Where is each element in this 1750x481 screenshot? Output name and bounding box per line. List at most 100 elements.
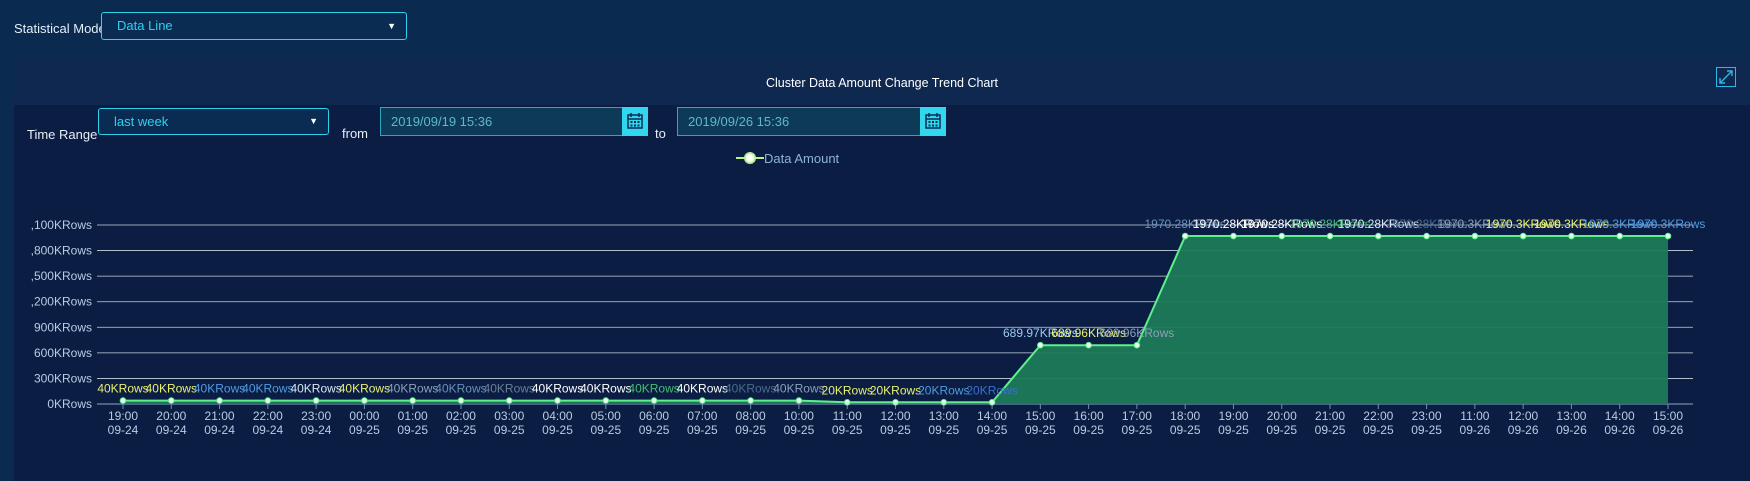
x-tick-label: 15:00	[1025, 409, 1055, 423]
x-tick-label: 08:00	[736, 409, 766, 423]
x-tick-label: 09-25	[446, 423, 477, 437]
x-tick-label: 23:00	[301, 409, 331, 423]
data-point	[602, 397, 610, 404]
x-tick-label: 09-25	[1218, 423, 1249, 437]
y-tick-label: ,500KRows	[31, 269, 92, 283]
x-tick-label: 09-24	[252, 423, 283, 437]
data-label: 40KRows	[725, 382, 776, 396]
data-point	[1181, 232, 1189, 240]
x-tick-label: 09-26	[1460, 423, 1491, 437]
data-point	[650, 397, 658, 404]
x-tick-label: 19:00	[108, 409, 138, 423]
x-tick-label: 22:00	[253, 409, 283, 423]
x-tick-label: 21:00	[205, 409, 235, 423]
x-tick-label: 20:00	[156, 409, 186, 423]
x-tick-label: 11:00	[1460, 409, 1489, 423]
data-point	[312, 397, 320, 404]
x-tick-label: 13:00	[929, 409, 959, 423]
x-tick-label: 12:00	[880, 409, 910, 423]
data-label: 40KRows	[387, 382, 438, 396]
x-tick-label: 09-25	[1025, 423, 1056, 437]
data-label: 40KRows	[435, 382, 486, 396]
data-point	[747, 397, 754, 404]
data-label: 689.96KRows	[1100, 326, 1175, 340]
data-point	[1616, 232, 1624, 240]
x-tick-label: 03:00	[494, 409, 524, 423]
x-tick-label: 23:00	[1412, 409, 1442, 423]
x-tick-label: 09-24	[301, 423, 332, 437]
data-point	[119, 397, 127, 404]
x-tick-label: 09-25	[1122, 423, 1153, 437]
x-tick-label: 09-25	[639, 423, 670, 437]
data-label: 40KRows	[773, 382, 824, 396]
x-tick-label: 13:00	[1556, 409, 1586, 423]
data-point	[216, 397, 223, 404]
data-label: 40KRows	[290, 382, 341, 396]
x-tick-label: 09-24	[156, 423, 187, 437]
x-tick-label: 09-26	[1556, 423, 1587, 437]
data-point	[1230, 232, 1237, 240]
x-tick-label: 09-25	[590, 423, 621, 437]
x-tick-label: 09-25	[1363, 423, 1394, 437]
x-tick-label: 09-25	[1073, 423, 1104, 437]
x-tick-label: 09-25	[1170, 423, 1201, 437]
data-point	[940, 398, 948, 406]
data-label: 20KRows	[822, 383, 873, 397]
data-point	[699, 397, 706, 404]
data-point	[1326, 232, 1334, 240]
x-tick-label: 06:00	[639, 409, 669, 423]
data-point	[457, 397, 465, 404]
data-label: 1970.3KRows	[1631, 217, 1706, 231]
y-tick-label: ,800KRows	[31, 244, 92, 258]
data-point	[892, 398, 899, 406]
x-tick-label: 14:00	[1605, 409, 1635, 423]
data-point	[1278, 232, 1286, 240]
x-tick-label: 09-26	[1653, 423, 1684, 437]
data-point	[1568, 232, 1575, 240]
data-label: 40KRows	[628, 382, 679, 396]
x-tick-label: 09-25	[687, 423, 718, 437]
x-tick-label: 07:00	[687, 409, 717, 423]
x-tick-label: 15:00	[1653, 409, 1683, 423]
data-point	[505, 397, 513, 404]
data-label: 40KRows	[484, 382, 535, 396]
x-tick-label: 09-24	[204, 423, 235, 437]
data-point	[1423, 232, 1430, 240]
data-point	[167, 397, 175, 404]
x-tick-label: 09-25	[880, 423, 911, 437]
x-tick-label: 16:00	[1074, 409, 1104, 423]
data-point	[1037, 341, 1044, 349]
data-point	[264, 397, 272, 404]
x-tick-label: 01:00	[398, 409, 428, 423]
x-tick-label: 14:00	[977, 409, 1007, 423]
x-tick-label: 21:00	[1315, 409, 1345, 423]
x-tick-label: 05:00	[591, 409, 621, 423]
data-point	[1375, 232, 1382, 240]
x-tick-label: 09-25	[832, 423, 863, 437]
y-tick-label: 300KRows	[34, 371, 92, 385]
data-point	[554, 397, 561, 404]
x-tick-label: 09-26	[1604, 423, 1635, 437]
data-point	[409, 397, 416, 404]
x-tick-label: 09-25	[735, 423, 766, 437]
data-point	[361, 397, 368, 404]
x-tick-label: 09-25	[928, 423, 959, 437]
x-tick-label: 17:00	[1122, 409, 1152, 423]
data-point	[843, 398, 851, 406]
x-tick-label: 09-24	[108, 423, 139, 437]
y-tick-label: ,100KRows	[31, 218, 92, 232]
x-tick-label: 09-25	[1411, 423, 1442, 437]
x-tick-label: 04:00	[543, 409, 573, 423]
x-tick-label: 22:00	[1363, 409, 1393, 423]
data-point	[1085, 341, 1092, 349]
x-tick-label: 12:00	[1508, 409, 1538, 423]
x-tick-label: 09-25	[397, 423, 428, 437]
x-tick-label: 09-25	[1266, 423, 1297, 437]
data-label: 40KRows	[194, 382, 245, 396]
x-tick-label: 20:00	[1267, 409, 1297, 423]
x-tick-label: 11:00	[833, 409, 862, 423]
x-tick-label: 09-25	[349, 423, 380, 437]
data-label: 40KRows	[242, 382, 293, 396]
data-label: 40KRows	[532, 382, 583, 396]
data-label: 20KRows	[870, 383, 921, 397]
